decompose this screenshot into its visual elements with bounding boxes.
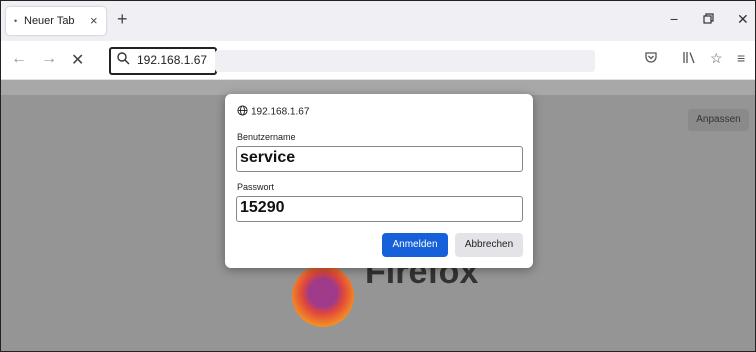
new-tab-button[interactable]: +: [117, 9, 128, 30]
url-bar-extension[interactable]: [215, 50, 595, 72]
tab-title: Neuer Tab: [24, 15, 75, 27]
restore-icon: [703, 13, 714, 24]
tab-close-icon[interactable]: ×: [90, 13, 98, 28]
dialog-host-text: 192.168.1.67: [251, 106, 310, 118]
username-label: Benutzername: [237, 132, 296, 142]
close-window-button[interactable]: ✕: [737, 11, 749, 28]
firefox-logo: [292, 265, 354, 327]
username-value: service: [240, 149, 296, 166]
pocket-icon[interactable]: [644, 50, 658, 67]
navigation-toolbar: ← → ✕ 192.168.1.67 ☆ ≡: [1, 41, 755, 80]
customize-button[interactable]: Anpassen: [688, 109, 749, 131]
login-button[interactable]: Anmelden: [382, 233, 448, 257]
password-field[interactable]: 15290: [236, 196, 523, 222]
password-value: 15290: [240, 199, 285, 216]
stop-loading-icon[interactable]: ✕: [71, 50, 84, 70]
globe-icon: [237, 105, 248, 119]
minimize-button[interactable]: −: [670, 11, 678, 27]
password-label: Passwort: [237, 182, 275, 192]
login-dialog: 192.168.1.67 Benutzername service Passwo…: [225, 94, 533, 268]
search-icon: [116, 51, 130, 70]
menu-icon[interactable]: ≡: [737, 50, 745, 66]
extensions-star-icon[interactable]: ☆: [710, 50, 723, 67]
url-bar[interactable]: 192.168.1.67: [109, 47, 217, 75]
dialog-host: 192.168.1.67: [237, 105, 309, 119]
cancel-button[interactable]: Abbrechen: [455, 233, 523, 257]
back-arrow-icon[interactable]: ←: [11, 50, 27, 68]
library-icon[interactable]: [682, 50, 696, 67]
username-field[interactable]: service: [236, 146, 523, 172]
tab-loading-dot-icon: •: [14, 16, 18, 26]
restore-button[interactable]: [703, 11, 714, 27]
tab-bar: • Neuer Tab × + − ✕: [1, 1, 755, 41]
url-text[interactable]: 192.168.1.67: [137, 53, 207, 67]
tab-neuer-tab[interactable]: • Neuer Tab ×: [6, 7, 106, 35]
content-top-strip: [1, 80, 755, 95]
browser-window: • Neuer Tab × + − ✕ ← → ✕ 192.168.1.67 ☆…: [0, 0, 756, 352]
forward-arrow-icon[interactable]: →: [41, 50, 57, 68]
